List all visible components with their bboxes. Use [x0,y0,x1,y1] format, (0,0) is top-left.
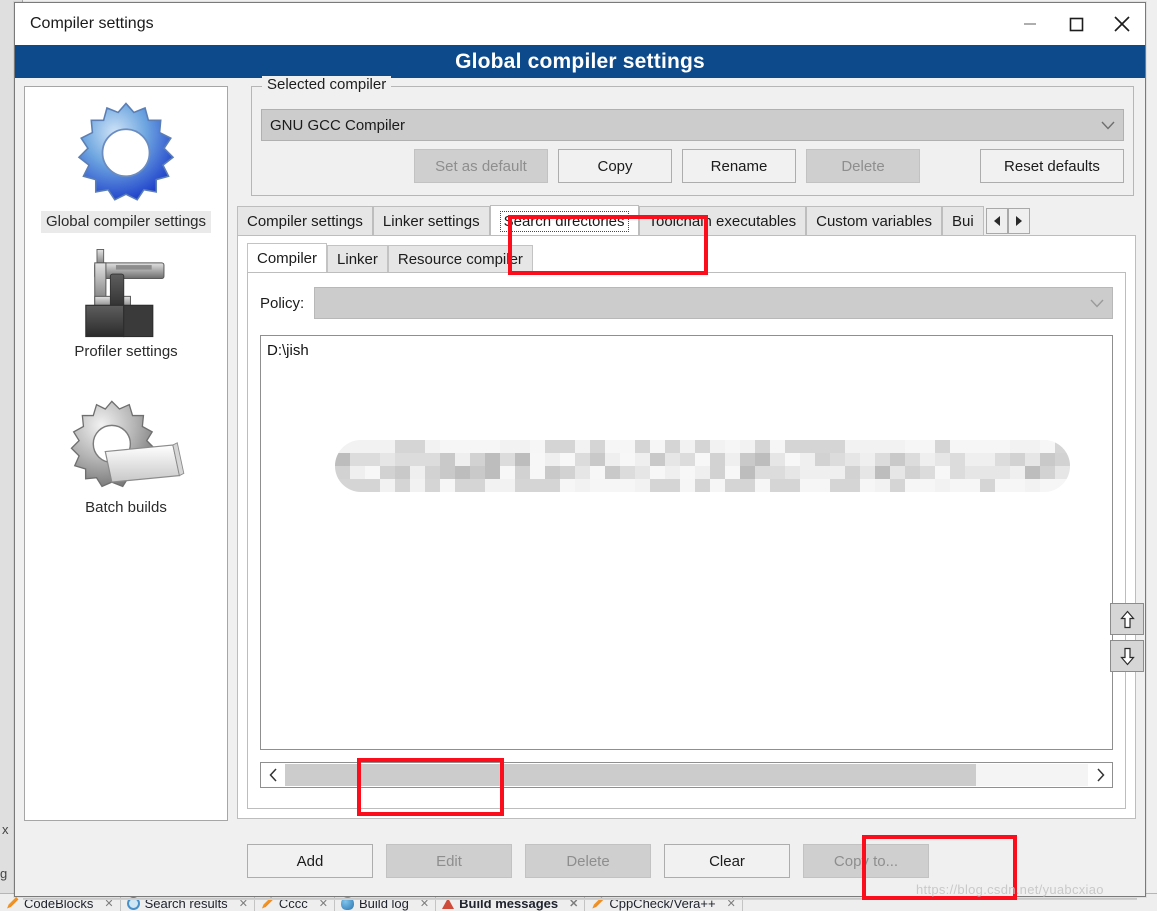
tab-scroll-buttons [985,208,1030,234]
policy-row: Policy: [260,287,1113,319]
chevron-down-icon [1082,299,1112,308]
tab-label: Bui [952,213,974,230]
gear-pages-icon [66,393,186,497]
copy-to-button: Copy to... [803,844,929,878]
subtab-linker[interactable]: Linker [327,245,388,273]
close-icon [1114,16,1130,32]
scrollbar-track[interactable] [285,764,1088,786]
delete-button: Delete [806,149,920,183]
set-as-default-button: Set as default [414,149,548,183]
move-down-button[interactable] [1110,640,1144,672]
tab-toolchain-executables[interactable]: Toolchain executables [638,206,807,236]
settings-panel: Selected compiler GNU GCC Compiler Set a… [237,76,1144,819]
maximize-button[interactable] [1053,3,1099,45]
chevron-left-icon[interactable] [261,764,285,786]
arrow-up-icon [1119,610,1135,628]
tab-scroll-prev-button[interactable] [985,208,1008,234]
horizontal-scrollbar[interactable] [260,762,1113,788]
triangle-right-icon [1015,216,1022,226]
search-directories-list[interactable]: D:\jish [260,335,1113,750]
chevron-right-icon[interactable] [1088,764,1112,786]
maximize-icon [1069,17,1084,32]
triangle-left-icon [993,216,1000,226]
selected-compiler-group: Selected compiler GNU GCC Compiler Set a… [251,76,1134,196]
clear-button[interactable]: Clear [664,844,790,878]
dialog-body: Global compiler settings Profiler settin… [15,76,1145,900]
sub-tabstrip[interactable]: Compiler Linker Resource compiler [247,243,1126,273]
watermark: https://blog.csdn.net/yuabcxiao [916,882,1104,897]
sidebar-item-global-compiler-settings[interactable]: Global compiler settings [25,99,227,233]
add-button[interactable]: Add [247,844,373,878]
close-button[interactable] [1099,3,1145,45]
pencil-icon [7,897,19,909]
policy-label: Policy: [260,294,305,312]
sidebar-item-batch-builds[interactable]: Batch builds [25,393,227,519]
tab-linker-settings[interactable]: Linker settings [372,206,490,236]
footer-separator [23,898,1137,900]
move-up-button[interactable] [1110,603,1144,635]
rename-button[interactable]: Rename [682,149,796,183]
background-left-marker-x: x [2,822,9,837]
banner: Global compiler settings [15,45,1145,78]
arrow-down-icon [1119,647,1135,665]
tab-scroll-next-button[interactable] [1007,208,1030,234]
screen: x g CodeBlocks ✕ Search results ✕ Cccc ✕ Build… [0,0,1157,911]
sidebar-item-profiler-settings[interactable]: Profiler settings [25,245,227,363]
tab-compiler-settings[interactable]: Compiler settings [237,206,373,236]
policy-select[interactable] [314,287,1113,319]
delete-button: Delete [525,844,651,878]
main-tabstrip[interactable]: Compiler settings Linker settings Search d… [237,205,1136,236]
tab-label: Linker settings [382,213,480,230]
subtab-resource-compiler[interactable]: Resource compiler [387,245,533,273]
tab-search-directories[interactable]: Search directories [489,205,639,236]
scrollbar-thumb[interactable] [285,764,976,786]
list-item[interactable]: D:\jish [261,336,1112,359]
compiler-actions: Set as default Copy Rename Delete Reset defa… [261,149,1124,183]
search-directories-page: Compiler Linker Resource compiler Policy: [237,235,1144,819]
chevron-down-icon [1093,121,1123,130]
edit-button: Edit [386,844,512,878]
tab-label: Search directories [499,210,629,232]
sidebar-item-label: Batch builds [85,499,167,516]
tab-label: Toolchain executables [648,213,797,230]
clamp-icon [70,245,182,341]
selected-compiler-group-title: Selected compiler [262,76,392,93]
tab-custom-variables[interactable]: Custom variables [806,206,942,236]
compiler-search-dirs-panel: Policy: D:\jish [247,272,1144,809]
titlebar: Compiler settings [15,3,1145,45]
compiler-select[interactable]: GNU GCC Compiler [261,109,1124,141]
sidebar-item-label: Profiler settings [74,343,178,360]
copy-button[interactable]: Copy [558,149,672,183]
reorder-buttons [1110,603,1144,677]
settings-sidebar[interactable]: Global compiler settings Profiler settin… [24,86,228,821]
minimize-button[interactable] [1007,3,1053,45]
tab-label: Compiler settings [247,213,363,230]
compiler-select-value: GNU GCC Compiler [270,116,406,134]
background-left-marker-g: g [0,866,8,881]
reset-defaults-button[interactable]: Reset defaults [980,149,1124,183]
search-directories-actions: Add Edit Delete Clear Copy to... [247,844,929,878]
banner-title: Global compiler settings [455,49,705,73]
window-title: Compiler settings [30,15,154,32]
tab-bui[interactable]: Bui [942,206,984,236]
subtab-compiler[interactable]: Compiler [247,243,328,273]
tab-label: Custom variables [816,213,932,230]
compiler-settings-dialog: Compiler settings Global compiler settin… [14,2,1146,900]
minimize-icon [1024,23,1036,25]
gear-blue-icon [68,99,184,211]
sidebar-item-label: Global compiler settings [40,211,212,233]
